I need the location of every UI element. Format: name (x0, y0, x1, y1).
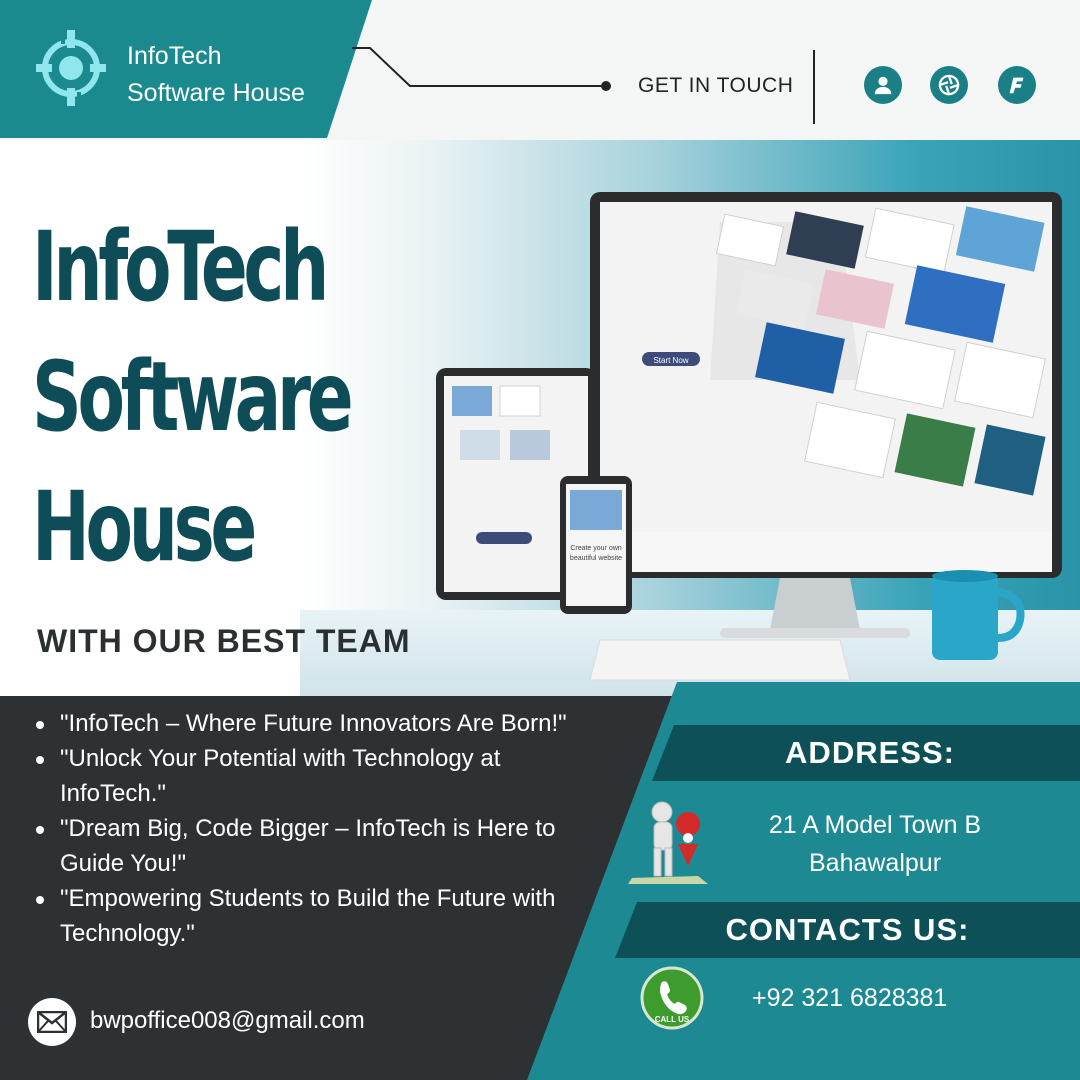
list-item: "Dream Big, Code Bigger – InfoTech is He… (36, 811, 576, 881)
brand-line-1: InfoTech (127, 42, 222, 70)
call-us-badge: CALL US (655, 1015, 690, 1024)
address-heading: ADDRESS: (652, 725, 1080, 781)
mug (932, 570, 1025, 660)
header-divider (813, 50, 815, 124)
contacts-heading: CONTACTS US: (615, 902, 1080, 958)
address-line-2: Bahawalpur (808, 849, 942, 877)
quote-list: "InfoTech – Where Future Innovators Are … (36, 706, 576, 951)
address-text: 21 A Model Town B Bahawalpur (710, 806, 1040, 882)
hero-title-line-1: InfoTech (32, 211, 329, 323)
phone-text-1: Create your own (570, 545, 621, 552)
address-line-1: 21 A Model Town B (768, 811, 982, 839)
list-item: "Empowering Students to Build the Future… (36, 881, 576, 951)
desktop-monitor: Start Now (590, 192, 1062, 638)
connector-line (352, 47, 611, 91)
devices-illustration: Start Now Create your own beautiful webs… (436, 192, 1062, 681)
user-icon[interactable] (864, 66, 902, 104)
header: InfoTech Software House GET IN TOUCH (0, 0, 1080, 140)
mail-icon (28, 998, 76, 1046)
list-item: "InfoTech – Where Future Innovators Are … (36, 706, 576, 741)
screen-start-button: Start Now (653, 356, 688, 365)
hero-subtitle: WITH OUR BEST TEAM (37, 623, 411, 659)
hero-title-line-2: Software (32, 341, 354, 453)
hero-section: Start Now Create your own beautiful webs… (0, 140, 1080, 696)
call-us-phone-icon[interactable]: CALL US (640, 966, 704, 1030)
f-icon[interactable] (998, 66, 1036, 104)
brand-line-2: Software House (127, 79, 305, 107)
phone-text-2: beautiful website (570, 555, 622, 562)
target-logo-icon (36, 30, 106, 106)
keyboard (589, 639, 851, 681)
phone-number[interactable]: +92 321 6828381 (752, 984, 947, 1013)
hero-title-line-3: House (32, 471, 257, 583)
list-item: "Unlock Your Potential with Technology a… (36, 741, 576, 811)
brand-name: InfoTech Software House (127, 38, 305, 112)
get-in-touch-link[interactable]: GET IN TOUCH (638, 74, 793, 98)
email-link[interactable]: bwpoffice008@gmail.com (90, 1007, 365, 1035)
phone-device: Create your own beautiful website (560, 476, 632, 614)
camera-aperture-icon[interactable] (930, 66, 968, 104)
hero-title: InfoTech Software House (32, 202, 354, 592)
